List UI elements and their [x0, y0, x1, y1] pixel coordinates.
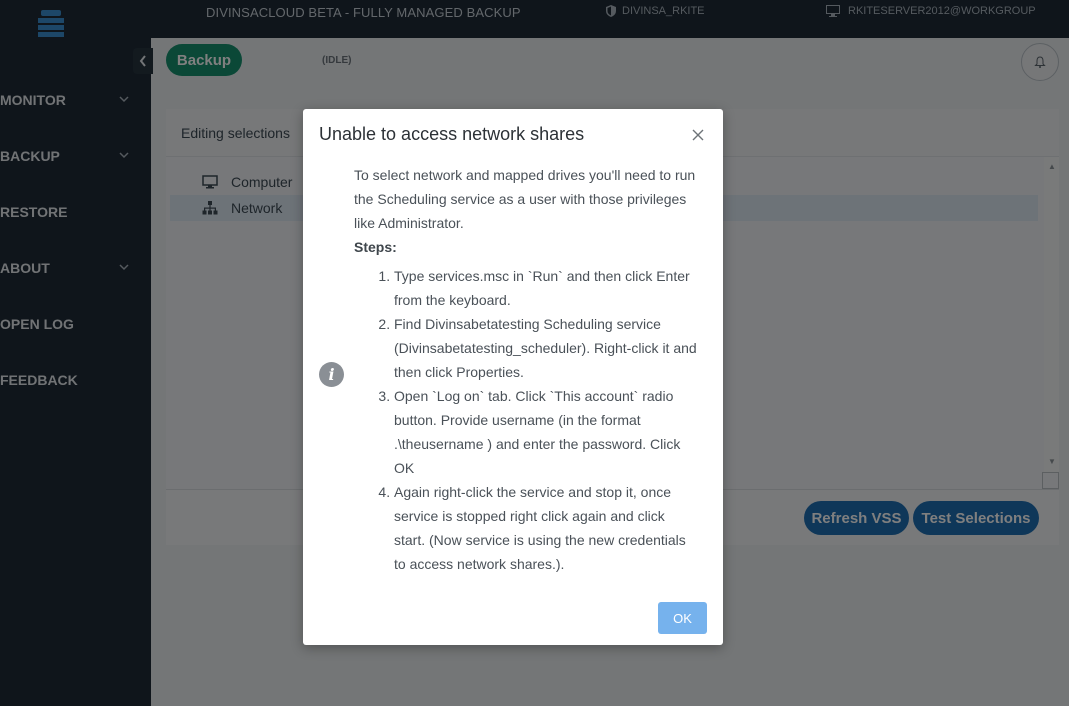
dialog-title: Unable to access network shares: [319, 124, 585, 144]
dialog-intro: To select network and mapped drives you'…: [354, 167, 696, 231]
dialog-body: To select network and mapped drives you'…: [354, 163, 699, 576]
steps-list: Type services.msc in `Run` and then clic…: [394, 264, 699, 576]
step-item: Type services.msc in `Run` and then clic…: [394, 264, 699, 312]
ok-button[interactable]: OK: [658, 602, 707, 634]
info-icon: i: [319, 362, 344, 387]
close-icon[interactable]: [691, 128, 705, 142]
step-item: Again right-click the service and stop i…: [394, 480, 699, 576]
step-item: Find Divinsabetatesting Scheduling servi…: [394, 312, 699, 384]
step-item: Open `Log on` tab. Click `This account` …: [394, 384, 699, 480]
steps-heading: Steps:: [354, 239, 397, 255]
network-shares-dialog: Unable to access network shares i To sel…: [303, 109, 723, 645]
